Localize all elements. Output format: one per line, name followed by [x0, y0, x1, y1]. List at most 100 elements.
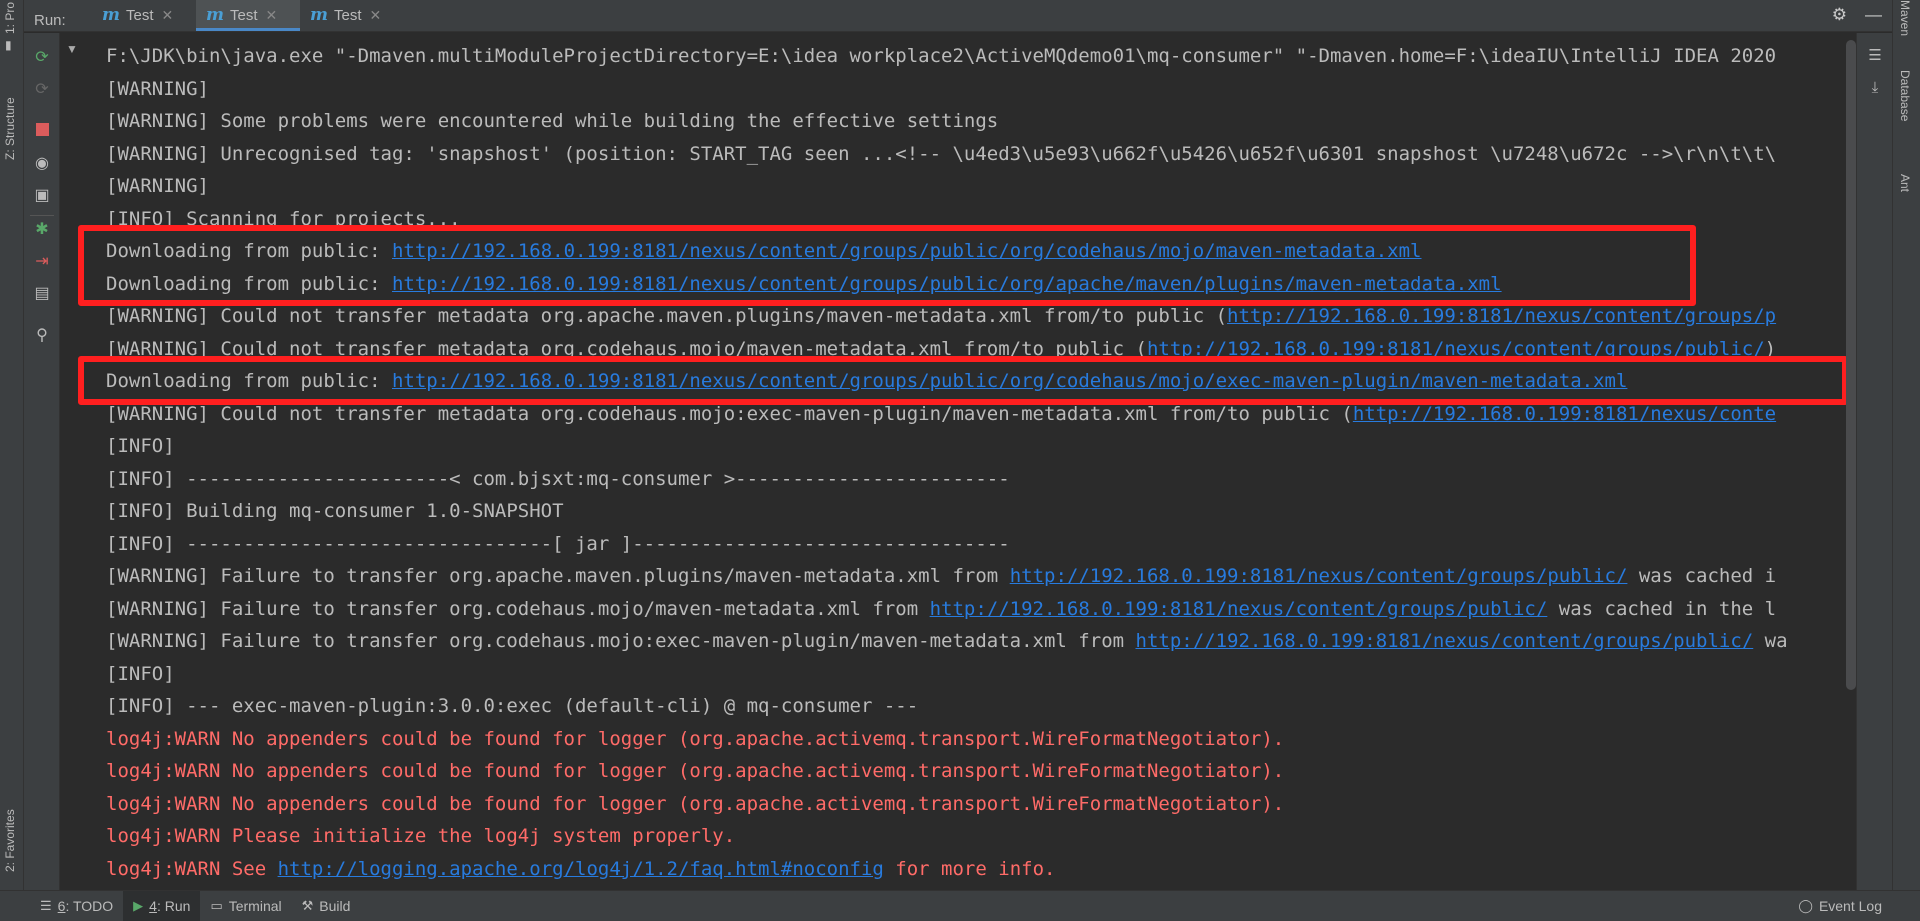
console-line-text: [WARNING] Failure to transfer org.codeha… — [106, 630, 1136, 652]
console-link[interactable]: http://192.168.0.199:8181/nexus/conte — [1353, 403, 1776, 425]
console-link[interactable]: http://192.168.0.199:8181/nexus/content/… — [1227, 305, 1776, 327]
run-toolbar: ⟳ ⟳ ◉ ▣ ✱ ⇥ ▤ ⚲ — [24, 33, 60, 890]
todo-tab-label: : TODO — [65, 898, 114, 914]
console-toolbar: ☰ ⤓ — [1856, 33, 1892, 890]
console-line: [WARNING] — [106, 77, 209, 100]
console-line-text: Downloading from public: — [106, 370, 392, 392]
maven-icon: m — [310, 5, 328, 25]
stop-icon[interactable] — [32, 119, 52, 139]
minimize-icon[interactable]: — — [1865, 5, 1882, 25]
console-line: [WARNING] Could not transfer metadata or… — [96, 302, 1856, 335]
eye-icon[interactable]: ◉ — [32, 153, 52, 173]
console-link[interactable]: http://192.168.0.199:8181/nexus/content/… — [392, 240, 1422, 262]
console-line: log4j:WARN See http://logging.apache.org… — [96, 855, 1856, 888]
run-tab-2[interactable]: m Test ✕ — [196, 0, 300, 31]
console-link[interactable]: http://192.168.0.199:8181/nexus/content/… — [1136, 630, 1754, 652]
console-link[interactable]: http://192.168.0.199:8181/nexus/content/… — [1010, 565, 1628, 587]
console-line-text: for more info. — [883, 857, 1056, 880]
close-icon[interactable]: ✕ — [162, 7, 174, 24]
soft-wrap-icon[interactable]: ☰ — [1865, 45, 1885, 65]
gear-icon[interactable]: ⚙ — [1832, 5, 1847, 25]
play-icon: ▶ — [133, 898, 144, 913]
chevron-down-icon[interactable]: ▼ — [66, 42, 78, 56]
event-log-tab[interactable]: ◯ Event Log — [1798, 898, 1920, 914]
camera-icon[interactable]: ▣ — [32, 185, 52, 205]
console-line-text: Downloading from public: — [106, 272, 392, 295]
console-line: [INFO] --- exec-maven-plugin:3.0.0:exec … — [106, 695, 919, 717]
run-tab-label: Test — [334, 6, 362, 24]
left-tool-strip: ▮ 1: Pro Z: Structure 2: Favorites — [0, 0, 24, 890]
close-icon[interactable]: ✕ — [370, 7, 382, 24]
console-link[interactable]: http://192.168.0.199:8181/nexus/content/… — [930, 598, 1548, 620]
favorites-tool-tab[interactable]: 2: Favorites — [0, 780, 24, 880]
console-link[interactable]: http://192.168.0.199:8181/nexus/content/… — [392, 370, 1627, 392]
run-tab-1[interactable]: m Test ✕ — [92, 0, 196, 31]
speech-bubble-icon: ◯ — [1798, 898, 1813, 913]
console-line: log4j:WARN No appenders could be found f… — [106, 760, 1285, 782]
console-line-text: was cached i — [1627, 565, 1777, 587]
project-tab-label: 1: Pro — [3, 1, 17, 34]
maven-icon: m — [206, 5, 224, 25]
layout-icon[interactable]: ▤ — [32, 283, 52, 303]
run-tab-3[interactable]: m Test ✕ — [300, 0, 404, 31]
console-line: [WARNING] Failure to transfer org.codeha… — [96, 595, 1856, 628]
ant-tab-label: Ant — [1898, 174, 1912, 193]
run-tab-bar: Run: m Test ✕ m Test ✕ m Test ✕ ⚙ — — [24, 0, 1892, 32]
event-log-label: Event Log — [1818, 898, 1882, 914]
console-line: [INFO] Building mq-consumer 1.0-SNAPSHOT — [106, 500, 564, 522]
hammer-icon: ⚒ — [301, 898, 314, 913]
scroll-to-end-icon[interactable]: ⤓ — [1865, 77, 1885, 97]
terminal-tab-label: Terminal — [228, 898, 282, 914]
console-line: log4j:WARN Please initialize the log4j s… — [106, 825, 736, 847]
folder-icon: ▮ — [5, 38, 12, 52]
project-tool-tab[interactable]: ▮ 1: Pro — [0, 0, 24, 52]
console-line: Downloading from public: http://192.168.… — [96, 270, 1856, 303]
console-line: [WARNING] Could not transfer metadata or… — [96, 335, 1856, 368]
console-line: [WARNING] Some problems were encountered… — [106, 110, 999, 132]
terminal-icon: ▭ — [210, 898, 223, 913]
run-tab-num: 4 — [149, 898, 157, 914]
console-line-text: ) — [1764, 337, 1777, 360]
bottom-tool-bar: ☰ 6: TODO ▶ 4: Run ▭ Terminal ⚒ Build ◯ … — [0, 890, 1920, 921]
list-icon: ☰ — [40, 898, 52, 913]
database-tab-label: Database — [1898, 70, 1912, 122]
console-line: F:\JDK\bin\java.exe "-Dmaven.multiModule… — [106, 45, 1777, 67]
run-bottom-tab-label: : Run — [156, 898, 191, 914]
close-icon[interactable]: ✕ — [266, 7, 278, 24]
structure-tab-label: Z: Structure — [3, 97, 17, 160]
console-link[interactable]: http://192.168.0.199:8181/nexus/content/… — [392, 273, 1502, 295]
favorites-tab-label: 2: Favorites — [3, 809, 17, 872]
rerun-failed-icon[interactable]: ⟳ — [32, 79, 52, 99]
console-line: [INFO] Scanning for projects... — [106, 207, 461, 230]
maven-tab-label: Maven — [1898, 0, 1912, 37]
console-line-text: [WARNING] Failure to transfer org.apache… — [106, 565, 1010, 587]
console-line-text: [WARNING] Could not transfer metadata or… — [106, 337, 1147, 360]
console-line-text: [WARNING] Could not transfer metadata or… — [106, 305, 1228, 327]
console-line-text: Downloading from public: — [106, 240, 392, 262]
todo-tab[interactable]: ☰ 6: TODO — [0, 891, 123, 921]
rerun-icon[interactable]: ⟳ — [32, 47, 52, 67]
console-link[interactable]: http://192.168.0.199:8181/nexus/content/… — [1147, 338, 1765, 360]
console-link[interactable]: http://logging.apache.org/log4j/1.2/faq.… — [278, 858, 884, 880]
console-line: [WARNING] Failure to transfer org.apache… — [96, 562, 1856, 595]
console-line-text: [WARNING] Could not transfer metadata or… — [106, 402, 1353, 425]
console-output[interactable]: F:\JDK\bin\java.exe "-Dmaven.multiModule… — [96, 42, 1856, 890]
terminal-tab[interactable]: ▭ Terminal — [200, 891, 291, 921]
pin-icon[interactable]: ⚲ — [32, 325, 52, 345]
console-scrollbar[interactable] — [1846, 40, 1856, 690]
debug-icon[interactable]: ✱ — [32, 219, 52, 239]
run-tab-label: Test — [230, 6, 258, 24]
console-line-text: log4j:WARN See — [106, 857, 278, 880]
build-tab-label: Build — [319, 898, 351, 914]
build-tab[interactable]: ⚒ Build — [292, 891, 361, 921]
maven-icon: m — [102, 5, 120, 25]
structure-tool-tab[interactable]: Z: Structure — [0, 80, 24, 180]
console-line: [INFO] — [106, 435, 175, 457]
console-line: [WARNING] Unrecognised tag: 'snapshost' … — [106, 142, 1777, 165]
console-line: [INFO] — [106, 662, 175, 685]
run-tab-label: Test — [126, 6, 154, 24]
exit-icon[interactable]: ⇥ — [32, 251, 52, 271]
console-line: log4j:WARN No appenders could be found f… — [106, 727, 1285, 750]
run-bottom-tab[interactable]: ▶ 4: Run — [123, 890, 201, 921]
right-tool-strip: Maven Database Ant — [1892, 0, 1920, 890]
